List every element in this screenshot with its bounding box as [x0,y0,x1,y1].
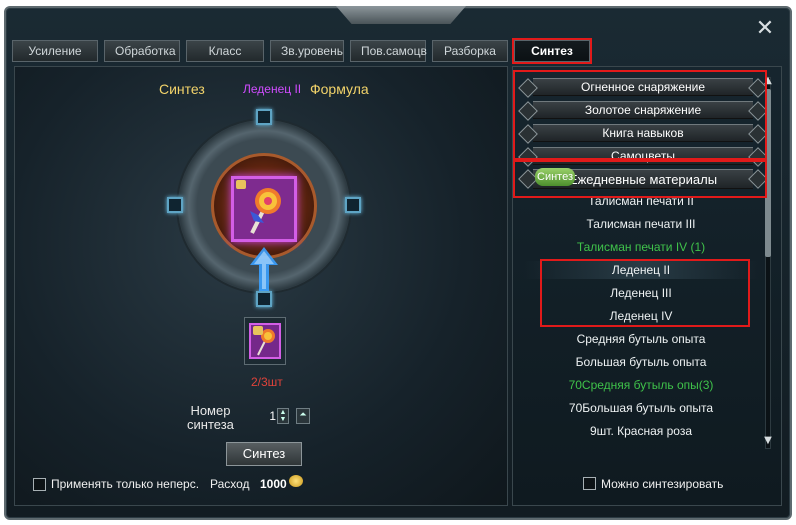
ring-node-bottom [256,291,272,307]
synthesis-quantity-value[interactable]: 1 [266,409,276,423]
tab-enhance[interactable]: Усиление [12,40,98,62]
quantity-max-button[interactable]: ⏶ [296,408,310,424]
synthesize-button[interactable]: Синтез [226,442,302,466]
list-item[interactable]: Талисман печати IV (1) [523,238,759,256]
only-untradable-checkbox[interactable] [33,478,46,491]
ring-node-top [256,109,272,125]
list-item[interactable]: Талисман печати II [523,192,759,210]
arrow-up-icon [250,247,278,291]
lock-icon [236,180,246,189]
category-skill-books[interactable]: Книга навыков [533,124,753,142]
ring-node-right [345,197,361,213]
material-item[interactable] [249,323,281,359]
cost-label: Расход [210,477,250,491]
qty-label-line2: синтеза [187,417,234,432]
list-item[interactable]: Средняя бутыль опыта [523,330,759,348]
tab-processing[interactable]: Обработка [104,40,180,62]
gold-coin-icon [289,475,303,487]
tab-dismantle[interactable]: Разборка [432,40,508,62]
tab-class[interactable]: Класс [186,40,264,62]
target-item-name: Леденец II [243,82,302,96]
recipe-list-panel: Огненное снаряжение Золотое снаряжение К… [512,66,782,506]
quantity-stepper[interactable]: ▲ ▼ [277,408,289,424]
tab-synthesis[interactable]: Синтез [512,38,592,64]
category-gems[interactable]: Самоцветы [533,147,753,165]
frame-crest [336,6,466,24]
scroll-down-icon[interactable]: ▼ [763,435,773,446]
cost-value: 1000 [260,477,287,491]
list-item[interactable]: Леденец III [523,284,759,302]
synthesis-panel: Синтез Леденец II Формула 2/3шт Номер си… [14,66,508,506]
list-item-selected[interactable]: Леденец II [523,261,759,279]
tab-gem-upgrade[interactable]: Пов.самоцв [350,40,427,62]
can-synthesize-checkbox[interactable] [583,477,596,490]
list-item[interactable]: Талисман печати III [523,215,759,233]
result-item-slot[interactable] [231,176,297,242]
category-gold-gear[interactable]: Золотое снаряжение [533,101,753,119]
ring-node-left [167,197,183,213]
synthesis-quantity-label: Номер синтеза [187,404,234,432]
lock-icon [253,326,263,335]
tab-star-level[interactable]: Зв.уровень [270,40,344,62]
list-item[interactable]: 70Средняя бутыль опы(3) [523,376,759,394]
list-item[interactable]: 70Большая бутыль опыта [523,399,759,417]
list-item[interactable]: Большая бутыль опыта [523,353,759,371]
close-button[interactable]: ✕ [754,18,776,40]
material-count: 2/3шт [251,375,283,389]
scrollbar-thumb[interactable] [765,89,771,257]
formula-label: Формула [310,81,369,97]
synthesis-badge: Синтез [535,168,575,186]
synthesis-title: Синтез [159,81,205,97]
material-slot[interactable] [244,317,286,365]
qty-label-line1: Номер [190,403,231,418]
category-fire-gear[interactable]: Огненное снаряжение [533,78,753,96]
scroll-up-icon[interactable]: ▲ [763,75,773,86]
can-synthesize-label: Можно синтезировать [601,477,724,491]
tab-bar: Усиление Обработка Класс Зв.уровень Пов.… [12,38,592,64]
list-item[interactable]: 9шт. Красная роза [523,422,759,440]
only-untradable-label: Применять только неперс. [51,477,200,491]
list-item[interactable]: Леденец IV [523,307,759,325]
